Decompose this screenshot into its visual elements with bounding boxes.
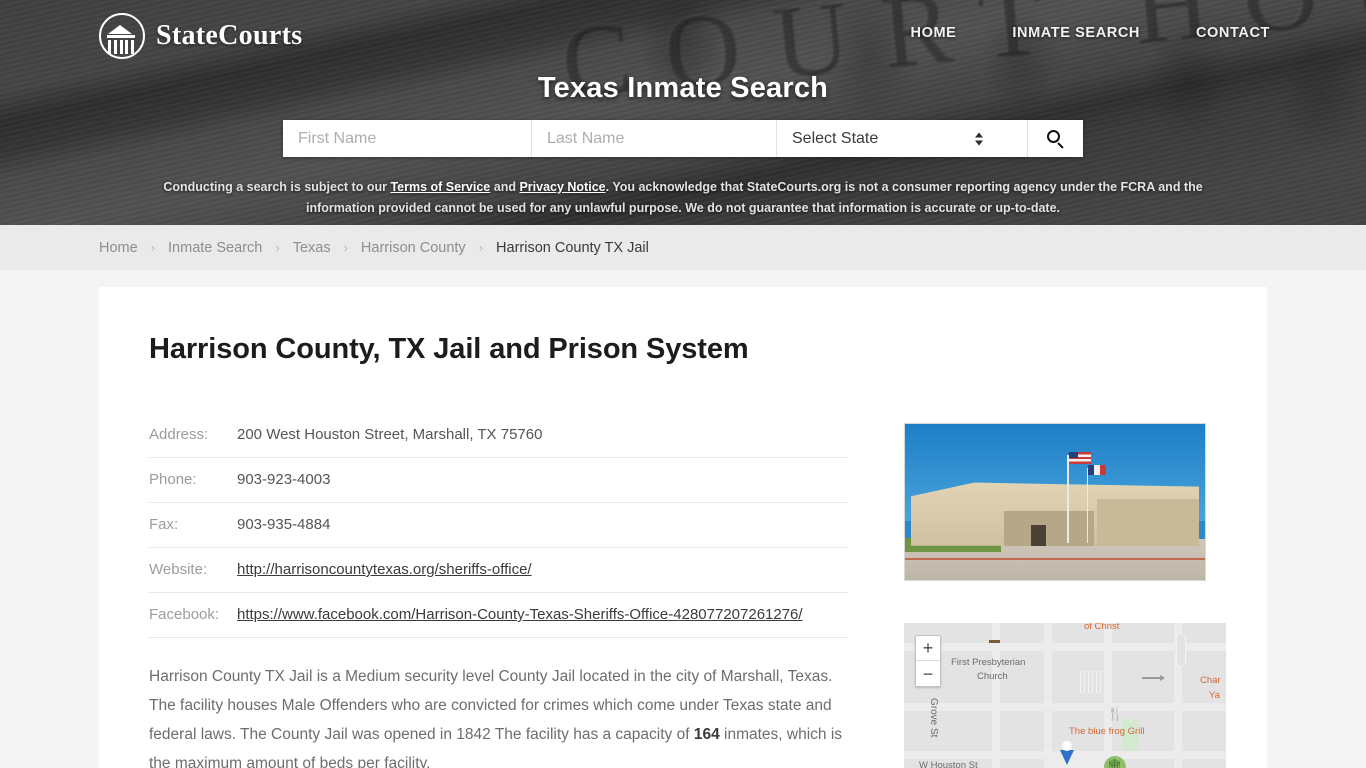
breadcrumb-separator-icon: › xyxy=(478,240,484,255)
fact-value-facebook: https://www.facebook.com/Harrison-County… xyxy=(237,592,849,638)
brand-name: StateCourts xyxy=(156,20,303,51)
disclaimer-text-2: and xyxy=(490,180,520,194)
table-row: Phone: 903-923-4003 xyxy=(149,457,849,503)
table-row: Website: http://harrisoncountytexas.org/… xyxy=(149,547,849,593)
last-name-input[interactable] xyxy=(532,120,777,157)
fact-label-address: Address: xyxy=(149,423,237,458)
breadcrumb-item-home[interactable]: Home xyxy=(99,240,138,256)
magnifier-icon xyxy=(1047,130,1064,149)
restaurant-fork-knife-icon: 🍴 xyxy=(1107,706,1124,721)
map-label-char: Char xyxy=(1200,675,1221,686)
map-label-grove-st: Grove St xyxy=(928,698,939,738)
state-select[interactable]: Select State xyxy=(777,120,1027,157)
breadcrumb-item-texas[interactable]: Texas xyxy=(293,240,331,256)
fact-label-phone: Phone: xyxy=(149,457,237,503)
disclaimer-text-1: Conducting a search is subject to our xyxy=(163,180,391,194)
breadcrumb-item-harrison-county[interactable]: Harrison County xyxy=(361,240,466,256)
fact-value-fax: 903-935-4884 xyxy=(237,502,849,548)
primary-navigation: HOME INMATE SEARCH CONTACT xyxy=(911,25,1270,41)
courthouse-circle-icon xyxy=(99,13,145,59)
map-zoom-in-button[interactable]: + xyxy=(916,636,940,661)
site-header: COURT HOUSE StateCourts HOME INMATE SEAR… xyxy=(0,0,1366,225)
fact-value-website: http://harrisoncountytexas.org/sheriffs-… xyxy=(237,547,849,593)
map-label-of-christ: of Christ xyxy=(1084,623,1120,632)
content-card: Harrison County, TX Jail and Prison Syst… xyxy=(99,287,1267,768)
map-zoom-out-button[interactable]: − xyxy=(916,661,940,686)
nav-item-home[interactable]: HOME xyxy=(911,25,957,41)
up-down-chevron-icon xyxy=(975,132,983,145)
media-column: + − of Christ First Presbyterian Church … xyxy=(904,423,1226,768)
fact-label-website: Website: xyxy=(149,547,237,593)
facility-facts-table: Address: 200 West Houston Street, Marsha… xyxy=(149,423,849,638)
table-row: Facebook: https://www.facebook.com/Harri… xyxy=(149,592,849,638)
map-label-first-presbyterian: First Presbyterian xyxy=(951,657,1026,668)
page-body: Harrison County, TX Jail and Prison Syst… xyxy=(0,270,1366,768)
facility-photo xyxy=(904,423,1206,581)
fact-label-facebook: Facebook: xyxy=(149,592,237,638)
breadcrumb: Home › Inmate Search › Texas › Harrison … xyxy=(0,240,649,256)
map-label-church: Church xyxy=(977,671,1008,682)
texas-flag-icon xyxy=(1088,464,1106,475)
location-map[interactable]: + − of Christ First Presbyterian Church … xyxy=(904,623,1226,768)
site-logo[interactable]: StateCourts xyxy=(99,13,302,59)
facility-description: Harrison County TX Jail is a Medium secu… xyxy=(149,662,849,768)
inmate-search-form: Select State xyxy=(283,120,1083,157)
map-label-w-houston-st: W Houston St xyxy=(919,760,978,768)
capacity-value: 164 xyxy=(693,726,720,744)
hero-title: Texas Inmate Search xyxy=(537,72,829,104)
breadcrumb-bar: Home › Inmate Search › Texas › Harrison … xyxy=(0,225,1366,270)
facility-details-column: Address: 200 West Houston Street, Marsha… xyxy=(149,423,849,768)
nav-item-inmate-search[interactable]: INMATE SEARCH xyxy=(1012,25,1140,41)
map-zoom-controls: + − xyxy=(915,635,941,687)
table-row: Address: 200 West Houston Street, Marsha… xyxy=(149,423,849,458)
privacy-notice-link[interactable]: Privacy Notice xyxy=(519,180,605,194)
search-submit-button[interactable] xyxy=(1027,120,1083,157)
first-name-input[interactable] xyxy=(283,120,532,157)
breadcrumb-separator-icon: › xyxy=(343,240,348,255)
terms-of-service-link[interactable]: Terms of Service xyxy=(390,180,490,194)
website-link[interactable]: http://harrisoncountytexas.org/sheriffs-… xyxy=(237,561,532,578)
breadcrumb-separator-icon: › xyxy=(150,240,156,255)
one-way-arrow-icon xyxy=(1142,675,1165,680)
breadcrumb-separator-icon: › xyxy=(275,240,280,255)
fact-value-address: 200 West Houston Street, Marshall, TX 75… xyxy=(237,423,849,458)
facebook-link[interactable]: https://www.facebook.com/Harrison-County… xyxy=(237,606,803,623)
map-pin-icon[interactable] xyxy=(1056,735,1078,765)
fact-label-fax: Fax: xyxy=(149,502,237,548)
search-disclaimer: Conducting a search is subject to our Te… xyxy=(131,177,1236,218)
state-select-value: Select State xyxy=(792,129,879,147)
us-flag-icon xyxy=(1068,452,1091,465)
page-title: Harrison County, TX Jail and Prison Syst… xyxy=(149,333,749,365)
table-row: Fax: 903-935-4884 xyxy=(149,502,849,548)
breadcrumb-item-current: Harrison County TX Jail xyxy=(496,239,649,256)
breadcrumb-item-inmate-search[interactable]: Inmate Search xyxy=(168,240,262,256)
fact-value-phone: 903-923-4003 xyxy=(237,457,849,503)
map-label-blue-frog-grill: The blue frog Grill xyxy=(1069,726,1145,737)
map-label-ya: Ya xyxy=(1209,690,1220,701)
nav-item-contact[interactable]: CONTACT xyxy=(1196,25,1270,41)
